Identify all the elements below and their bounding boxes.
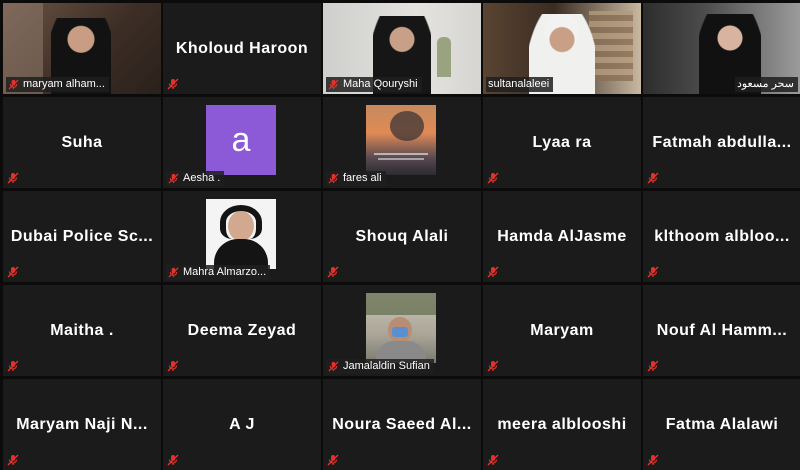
participant-tile[interactable]: Hamda AlJasme bbox=[483, 191, 641, 282]
mic-muted-icon bbox=[647, 454, 659, 466]
participant-label: Jamalaldin Sufian bbox=[326, 359, 434, 374]
mic-muted-icon bbox=[327, 266, 339, 278]
participant-label: sultanalaleei bbox=[486, 77, 554, 92]
participant-name: Nouf Al Hamm... bbox=[656, 321, 788, 339]
participant-label: maryam alham... bbox=[6, 77, 109, 92]
participant-label: Maha Qouryshi bbox=[326, 77, 422, 92]
mic-muted-icon bbox=[7, 360, 19, 372]
participant-name: Hamda AlJasme bbox=[497, 227, 627, 245]
mic-muted-icon bbox=[168, 267, 179, 278]
participant-tile[interactable]: klthoom alblоо... bbox=[643, 191, 800, 282]
avatar-letter: a bbox=[231, 120, 251, 159]
mic-muted-icon bbox=[7, 266, 19, 278]
participant-name: Deema Zeyad bbox=[187, 321, 297, 339]
participant-name: Suha bbox=[61, 133, 103, 151]
participant-name: Jamalaldin Sufian bbox=[343, 360, 430, 372]
participant-tile[interactable]: Noura Saeed Al... bbox=[323, 379, 481, 470]
mic-muted-icon bbox=[328, 361, 339, 372]
profile-photo bbox=[206, 199, 276, 269]
participant-tile[interactable]: Kholoud Haroon bbox=[163, 3, 321, 94]
participant-name: Aesha . bbox=[183, 172, 221, 184]
participant-tile-active-speaker[interactable]: sultanalaleei bbox=[483, 3, 641, 94]
mic-muted-icon bbox=[647, 172, 659, 184]
participant-tile[interactable]: Fatmah abdulla... bbox=[643, 97, 800, 188]
participant-tile[interactable]: Nouf Al Hamm... bbox=[643, 285, 800, 376]
participant-tile[interactable]: fares ali bbox=[323, 97, 481, 188]
participant-name: سحر مسعود bbox=[736, 78, 794, 90]
participant-name: Shouq Alali bbox=[355, 227, 449, 245]
mic-muted-icon bbox=[327, 454, 339, 466]
mic-muted-icon bbox=[487, 360, 499, 372]
participant-label: سحر مسعود bbox=[734, 77, 798, 92]
participant-tile[interactable]: A J bbox=[163, 379, 321, 470]
mic-muted-icon bbox=[647, 360, 659, 372]
mic-muted-icon bbox=[487, 454, 499, 466]
participant-name: Noura Saeed Al... bbox=[332, 415, 472, 433]
mic-muted-icon bbox=[328, 79, 339, 90]
participant-tile[interactable]: Suha bbox=[3, 97, 161, 188]
participant-tile[interactable]: Deema Zeyad bbox=[163, 285, 321, 376]
profile-image bbox=[366, 105, 436, 175]
participant-tile[interactable]: a Aesha . bbox=[163, 97, 321, 188]
participant-tile[interactable]: Dubai Police Sc... bbox=[3, 191, 161, 282]
participant-name: sultanalaleei bbox=[488, 78, 550, 90]
participant-tile[interactable]: Maryam Naji N... bbox=[3, 379, 161, 470]
avatar: a bbox=[206, 105, 276, 175]
participant-tile[interactable]: maryam alham... bbox=[3, 3, 161, 94]
participant-name: Kholoud Haroon bbox=[175, 39, 309, 57]
participant-tile[interactable]: Fatma Alalawi bbox=[643, 379, 800, 470]
participant-name: Fatma Alalawi bbox=[665, 415, 779, 433]
mic-muted-icon bbox=[647, 266, 659, 278]
mic-muted-icon bbox=[167, 360, 179, 372]
participant-name: fares ali bbox=[343, 172, 382, 184]
profile-photo bbox=[366, 293, 436, 363]
participant-name: meera alblooshi bbox=[497, 415, 627, 433]
mic-muted-icon bbox=[168, 173, 179, 184]
participant-name: klthoom alblоо... bbox=[654, 227, 790, 245]
participant-label: fares ali bbox=[326, 171, 386, 186]
participant-name: Mahra Almarzo... bbox=[183, 266, 267, 278]
participant-name: Maha Qouryshi bbox=[343, 78, 418, 90]
participant-name: Maryam bbox=[530, 321, 594, 339]
participant-tile[interactable]: Maha Qouryshi bbox=[323, 3, 481, 94]
participant-name: Maryam Naji N... bbox=[16, 415, 148, 433]
participant-name: Dubai Police Sc... bbox=[10, 227, 154, 245]
participant-tile[interactable]: Lyaa ra bbox=[483, 97, 641, 188]
participant-tile[interactable]: Maryam bbox=[483, 285, 641, 376]
participant-tile[interactable]: سحر مسعود bbox=[643, 3, 800, 94]
participant-name: Fatmah abdulla... bbox=[652, 133, 792, 151]
mic-muted-icon bbox=[328, 173, 339, 184]
participant-label: Mahra Almarzo... bbox=[166, 265, 271, 280]
participant-name: maryam alham... bbox=[23, 78, 105, 90]
participant-tile[interactable]: meera alblooshi bbox=[483, 379, 641, 470]
participant-label: Aesha . bbox=[166, 171, 225, 186]
participant-name: Lyaa ra bbox=[532, 133, 592, 151]
mic-muted-icon bbox=[487, 266, 499, 278]
participant-name: Maitha . bbox=[50, 321, 114, 339]
participant-tile[interactable]: Jamalaldin Sufian bbox=[323, 285, 481, 376]
gallery-grid: maryam alham... Kholoud Haroon Maha Qour… bbox=[0, 0, 800, 470]
participant-name: A J bbox=[229, 415, 255, 433]
mic-muted-icon bbox=[167, 78, 179, 90]
participant-tile[interactable]: Maitha . bbox=[3, 285, 161, 376]
participant-tile[interactable]: Mahra Almarzo... bbox=[163, 191, 321, 282]
mic-muted-icon bbox=[487, 172, 499, 184]
mic-muted-icon bbox=[8, 79, 19, 90]
mic-muted-icon bbox=[7, 172, 19, 184]
mic-muted-icon bbox=[167, 454, 179, 466]
mic-muted-icon bbox=[7, 454, 19, 466]
participant-tile[interactable]: Shouq Alali bbox=[323, 191, 481, 282]
